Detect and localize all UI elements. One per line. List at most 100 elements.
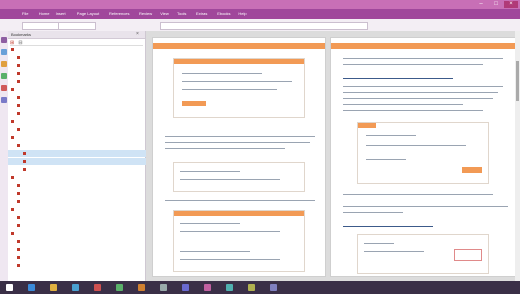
text-line xyxy=(366,159,406,160)
tree-item[interactable] xyxy=(8,214,154,221)
bookmark-icon xyxy=(11,232,14,236)
vertical-scrollbar[interactable] xyxy=(515,31,520,281)
card-header xyxy=(174,59,304,64)
settings-icon[interactable] xyxy=(160,284,167,291)
text-line xyxy=(180,231,280,232)
browser-icon[interactable] xyxy=(28,284,35,291)
tree-item[interactable] xyxy=(8,70,154,77)
bookmark-icon xyxy=(11,136,14,140)
app-icon-1[interactable] xyxy=(182,284,189,291)
bookmark-icon xyxy=(17,248,20,252)
tree-item[interactable] xyxy=(8,222,154,229)
comment-icon[interactable] xyxy=(1,73,7,79)
menu-item-6[interactable]: View xyxy=(160,11,169,16)
tree-item[interactable] xyxy=(8,86,148,93)
tree-item[interactable] xyxy=(8,110,154,117)
tree-item[interactable] xyxy=(8,238,154,245)
menu-bar: File Home Insert Page Layout References Revie… xyxy=(0,9,520,19)
mail-icon[interactable] xyxy=(72,284,79,291)
store-icon[interactable] xyxy=(116,284,123,291)
tree-item[interactable] xyxy=(8,46,148,53)
start-icon[interactable] xyxy=(6,284,13,291)
menu-item-5[interactable]: Review xyxy=(139,11,152,16)
close-icon[interactable]: × xyxy=(504,1,518,8)
menu-item-9[interactable]: Ebooks xyxy=(217,11,230,16)
app-icon-3[interactable] xyxy=(226,284,233,291)
hand-icon[interactable] xyxy=(1,37,7,43)
search-input[interactable] xyxy=(160,22,368,30)
bookmark-icon xyxy=(11,120,14,124)
card-header xyxy=(174,211,304,216)
page-header-bar xyxy=(153,43,325,49)
tree-item[interactable] xyxy=(8,174,148,181)
text-line xyxy=(364,243,394,244)
layers-icon[interactable] xyxy=(1,97,7,103)
tree-item[interactable] xyxy=(8,62,154,69)
text-line xyxy=(343,194,493,195)
tree-item[interactable] xyxy=(8,182,154,189)
tree-item[interactable] xyxy=(8,54,154,61)
screenshot-card xyxy=(173,210,305,272)
tree-item[interactable] xyxy=(8,262,154,269)
close-icon[interactable]: × xyxy=(136,31,139,37)
attach-icon[interactable] xyxy=(1,85,7,91)
tree-item[interactable] xyxy=(8,78,154,85)
text-line xyxy=(343,212,403,213)
tree-item[interactable] xyxy=(8,102,154,109)
maximize-icon[interactable]: □ xyxy=(489,1,503,8)
page-right xyxy=(330,37,516,277)
media-icon[interactable] xyxy=(94,284,101,291)
text-line xyxy=(366,145,466,146)
text-line xyxy=(343,86,503,87)
app-icon-2[interactable] xyxy=(204,284,211,291)
tree-item[interactable] xyxy=(8,94,154,101)
toolbar-button-2[interactable] xyxy=(58,22,96,30)
menu-item-2[interactable]: Insert xyxy=(56,11,66,16)
tree-item[interactable] xyxy=(8,142,154,149)
menu-item-10[interactable]: Help xyxy=(238,11,246,16)
menu-item-8[interactable]: Extras xyxy=(196,11,207,16)
menu-item-0[interactable]: File xyxy=(22,11,28,16)
menu-item-7[interactable]: Tools xyxy=(177,11,186,16)
scrollbar-thumb[interactable] xyxy=(516,61,519,101)
tree-item[interactable] xyxy=(8,158,160,165)
taskbar xyxy=(0,281,520,294)
highlight-box xyxy=(454,249,482,261)
page-header-bar xyxy=(331,43,515,49)
tree-item[interactable] xyxy=(8,206,148,213)
minimize-icon[interactable]: – xyxy=(474,1,488,8)
bookmark-icon xyxy=(11,48,14,52)
text-line xyxy=(165,200,315,201)
tree-item[interactable] xyxy=(8,166,160,173)
text-line xyxy=(180,171,240,172)
menu-item-3[interactable]: Page Layout xyxy=(77,11,99,16)
tree-item[interactable] xyxy=(8,118,148,125)
bookmark-icon xyxy=(17,56,20,60)
screenshot-card xyxy=(357,234,489,274)
photos-icon[interactable] xyxy=(138,284,145,291)
screenshot-card xyxy=(357,122,489,184)
page-left xyxy=(152,37,326,277)
tree-item[interactable] xyxy=(8,190,154,197)
text-line xyxy=(182,73,262,74)
tree-item[interactable] xyxy=(8,254,154,261)
select-icon[interactable] xyxy=(1,49,7,55)
menu-item-4[interactable]: References xyxy=(109,11,129,16)
bookmark-icon xyxy=(17,200,20,204)
menu-item-1[interactable]: Home xyxy=(39,11,50,16)
title-bar: – □ × xyxy=(0,0,520,9)
tree-item[interactable] xyxy=(8,150,160,157)
app-icon-4[interactable] xyxy=(248,284,255,291)
text-line xyxy=(180,179,280,180)
tree-item[interactable] xyxy=(8,246,154,253)
bookmark-icon[interactable] xyxy=(1,61,7,67)
bookmark-icon xyxy=(23,152,26,156)
tree-item[interactable] xyxy=(8,126,154,133)
tree-item[interactable] xyxy=(8,230,148,237)
toolbar-button-1[interactable] xyxy=(22,22,60,30)
bookmark-icon xyxy=(17,240,20,244)
folder-icon[interactable] xyxy=(50,284,57,291)
app-icon-5[interactable] xyxy=(270,284,277,291)
tree-item[interactable] xyxy=(8,134,148,141)
tree-item[interactable] xyxy=(8,198,154,205)
